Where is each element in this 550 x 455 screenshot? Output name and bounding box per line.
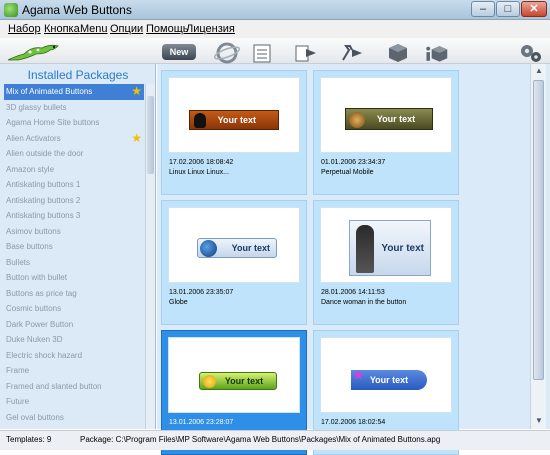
template-name: Dance woman in the button bbox=[321, 299, 407, 306]
package-list: Mix of Animated Buttons ★ 3D glassy bulle… bbox=[4, 84, 144, 429]
status-bar: Templates: 9 Package: C:\Program Files\M… bbox=[0, 430, 550, 450]
package-path: Package: C:\Program Files\MP Software\Ag… bbox=[80, 435, 441, 444]
penguin-icon bbox=[194, 113, 206, 128]
package-item[interactable]: 3D glassy bullets bbox=[4, 100, 144, 116]
app-icon bbox=[4, 3, 18, 17]
template-card[interactable]: Your text 01.01.2006 23:34:37 Perpetual … bbox=[313, 70, 459, 195]
preview-button: Your text bbox=[197, 238, 277, 258]
template-card[interactable]: Your text 28.01.2006 14:11:53 Dance woma… bbox=[313, 200, 459, 325]
internet-explorer-icon[interactable] bbox=[214, 42, 240, 64]
templates-scrollbar[interactable]: ▲ ▼ bbox=[530, 64, 546, 429]
scroll-up-arrow-icon[interactable]: ▲ bbox=[531, 64, 547, 78]
title-bar: Agama Web Buttons – □ ✕ bbox=[0, 0, 550, 20]
scroll-down-arrow-icon[interactable]: ▼ bbox=[531, 414, 547, 428]
maximize-button[interactable]: □ bbox=[496, 1, 520, 17]
menu-nabor[interactable]: Набор bbox=[8, 23, 41, 35]
package-item[interactable]: Cosmic buttons bbox=[4, 301, 144, 317]
template-date: 17.02.2006 18:02:54 bbox=[321, 419, 386, 426]
template-preview: Your text bbox=[168, 207, 300, 283]
package-item[interactable]: Duke Nuken 3D bbox=[4, 332, 144, 348]
preview-button: ★ Your text bbox=[351, 368, 427, 390]
menu-knopka[interactable]: Кнопка bbox=[44, 23, 80, 35]
flower-icon bbox=[203, 375, 216, 388]
gear-icon bbox=[349, 112, 365, 128]
template-card[interactable]: Your text 13.01.2006 23:35:07 Globe bbox=[161, 200, 307, 325]
package-list-scrollbar[interactable] bbox=[145, 84, 155, 429]
star-icon: ★ bbox=[131, 84, 142, 98]
minimize-button[interactable]: – bbox=[471, 1, 495, 17]
package-item[interactable]: Buttons as price tag bbox=[4, 286, 144, 302]
lizard-logo-icon bbox=[7, 44, 59, 61]
scrollbar-thumb[interactable] bbox=[147, 96, 154, 174]
package-item[interactable]: Alien outside the door bbox=[4, 146, 144, 162]
cube-icon[interactable] bbox=[385, 42, 411, 64]
package-item[interactable]: Electric shock hazard bbox=[4, 348, 144, 364]
preview-button-text: Your text bbox=[369, 375, 409, 385]
templates-count: Templates: 9 bbox=[6, 435, 52, 444]
template-date: 17.02.2006 18:08:42 bbox=[169, 159, 234, 166]
template-date: 28.01.2006 14:11:53 bbox=[321, 289, 385, 296]
new-button[interactable]: New bbox=[162, 44, 196, 60]
template-preview: Your text bbox=[168, 77, 300, 153]
preview-button-text: Your text bbox=[224, 376, 264, 386]
dancing-woman-icon bbox=[356, 225, 374, 273]
preview-button-text: Your text bbox=[231, 243, 270, 253]
package-item[interactable]: Amazon style bbox=[4, 162, 144, 178]
preview-button-text: Your text bbox=[376, 114, 416, 124]
package-item[interactable]: Antiskating buttons 2 bbox=[4, 193, 144, 209]
template-date: 01.01.2006 23:34:37 bbox=[321, 159, 386, 166]
package-item[interactable]: Future bbox=[4, 394, 144, 410]
panel-title: Installed Packages bbox=[27, 68, 129, 82]
menu-menu[interactable]: Menu bbox=[80, 23, 108, 35]
preview-button: Your text bbox=[345, 108, 433, 130]
preview-button: Your text bbox=[349, 220, 431, 276]
package-item[interactable]: Dark Power Button bbox=[4, 317, 144, 333]
star-icon: ★ bbox=[131, 130, 142, 145]
menu-help[interactable]: Помощь bbox=[146, 23, 189, 35]
package-item[interactable]: Gel oval buttons bbox=[4, 410, 144, 426]
preview-button: Your text bbox=[189, 110, 279, 130]
package-item[interactable]: Antiskating buttons 3 bbox=[4, 208, 144, 224]
template-name: Perpetual Mobile bbox=[321, 169, 374, 176]
template-preview: Your text bbox=[320, 207, 452, 283]
package-item[interactable]: Agama Home Site buttons bbox=[4, 115, 144, 131]
package-item[interactable]: Button with bullet bbox=[4, 270, 144, 286]
close-button[interactable]: ✕ bbox=[521, 1, 547, 17]
package-item[interactable]: Frame bbox=[4, 363, 144, 379]
info-cube-icon[interactable] bbox=[423, 42, 449, 64]
package-item-label: Alien Activators bbox=[6, 133, 61, 143]
template-date: 13.01.2006 23:35:07 bbox=[169, 289, 234, 296]
template-name: Linux Linux Linux... bbox=[169, 169, 229, 176]
templates-grid: Your text 17.02.2006 18:08:42 Linux Linu… bbox=[157, 64, 550, 455]
menu-license[interactable]: Лицензия bbox=[186, 23, 235, 35]
star-icon: ★ bbox=[353, 368, 364, 382]
template-preview: Your text bbox=[168, 337, 300, 413]
preview-button-text: Your text bbox=[217, 115, 256, 125]
package-item[interactable]: Alien Activators ★ bbox=[4, 131, 144, 147]
package-item[interactable]: Framed and slanted button bbox=[4, 379, 144, 395]
preview-button: Your text bbox=[199, 372, 277, 390]
package-item[interactable]: Base buttons bbox=[4, 239, 144, 255]
package-item[interactable]: Mix of Animated Buttons ★ bbox=[4, 84, 144, 100]
package-item-label: Mix of Animated Buttons bbox=[6, 87, 93, 96]
package-item[interactable]: Antiskating buttons 1 bbox=[4, 177, 144, 193]
menu-bar: Набор Кнопка Menu Опции Помощь Лицензия bbox=[0, 20, 550, 38]
package-item[interactable]: Bullets bbox=[4, 255, 144, 271]
preview-button-text: Your text bbox=[381, 242, 424, 254]
template-date: 13.01.2006 23:28:07 bbox=[169, 419, 234, 426]
menu-options[interactable]: Опции bbox=[110, 23, 143, 35]
installed-packages-panel: Installed Packages Mix of Animated Butto… bbox=[0, 64, 156, 429]
template-name: Globe bbox=[169, 299, 188, 306]
template-card[interactable]: Your text 17.02.2006 18:08:42 Linux Linu… bbox=[161, 70, 307, 195]
globe-icon bbox=[200, 240, 217, 257]
settings-gear-icon[interactable] bbox=[515, 42, 545, 64]
export-arrow-icon[interactable] bbox=[294, 42, 320, 64]
template-preview: ★ Your text bbox=[320, 337, 452, 413]
template-preview: Your text bbox=[320, 77, 452, 153]
window-title: Agama Web Buttons bbox=[22, 3, 132, 17]
tools-export-icon[interactable] bbox=[340, 42, 366, 64]
package-item[interactable]: Asimov buttons bbox=[4, 224, 144, 240]
document-list-icon[interactable] bbox=[250, 42, 276, 64]
scrollbar-thumb[interactable] bbox=[533, 80, 544, 380]
